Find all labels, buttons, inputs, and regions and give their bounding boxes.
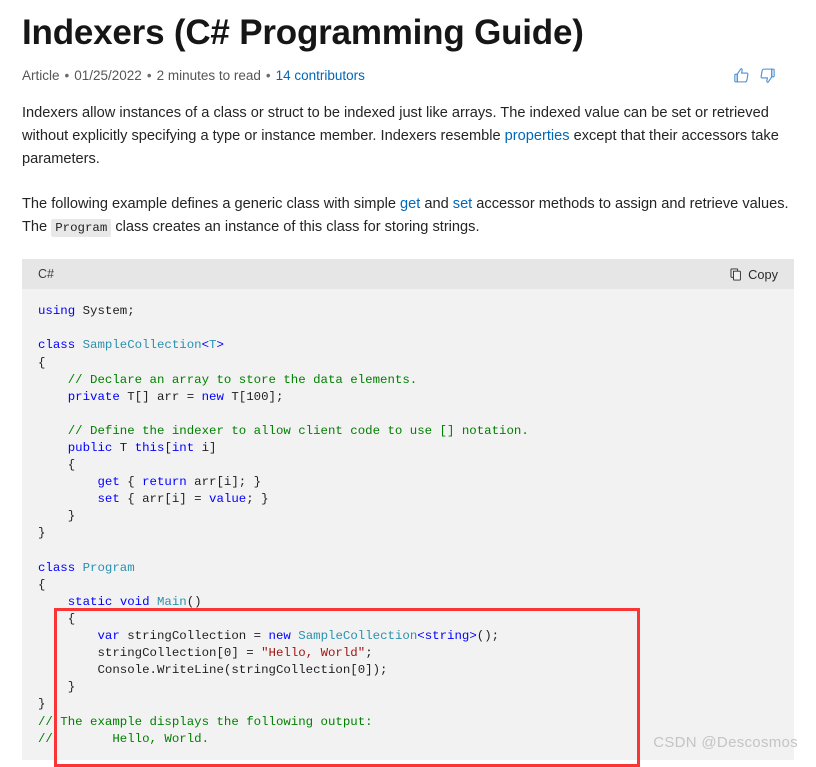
meta-separator-1: • [64, 67, 70, 83]
meta-separator-2: • [146, 67, 152, 83]
program-inline-code: Program [51, 219, 112, 238]
article-meta-row: Article • 01/25/2022 • 2 minutes to read… [22, 65, 794, 85]
page-title: Indexers (C# Programming Guide) [22, 13, 584, 52]
meta-separator-3: • [265, 67, 271, 83]
thumbs-down-icon[interactable] [759, 67, 776, 84]
code-block-header: C# Copy [22, 259, 794, 290]
meta-type: Article [22, 67, 60, 83]
watermark: CSDN @Descosmos [653, 734, 798, 751]
example-text-part-2: and [420, 196, 453, 213]
contributors-link[interactable]: 14 contributors [276, 68, 365, 83]
properties-link[interactable]: properties [505, 128, 570, 144]
example-paragraph: The following example defines a generic … [22, 193, 794, 240]
intro-paragraph: Indexers allow instances of a class or s… [22, 102, 794, 171]
code-block: C# Copy using System; class SampleCollec… [22, 259, 794, 767]
meta-date: 01/25/2022 [74, 67, 142, 83]
copy-button[interactable]: Copy [728, 265, 780, 284]
rating-controls [733, 67, 794, 84]
meta-read-time: 2 minutes to read [156, 67, 261, 83]
set-link[interactable]: set [453, 196, 472, 212]
article-page: Indexers (C# Programming Guide) Article … [0, 13, 816, 767]
article-meta-left: Article • 01/25/2022 • 2 minutes to read… [22, 68, 365, 83]
copy-pages-icon [730, 268, 743, 281]
code-block-body: using System; class SampleCollection<T> … [22, 289, 794, 759]
get-link[interactable]: get [400, 196, 420, 212]
thumbs-up-icon[interactable] [733, 67, 750, 84]
copy-button-label: Copy [748, 266, 778, 282]
example-text-part-1: The following example defines a generic … [22, 196, 400, 213]
example-text-part-4: class creates an instance of this class … [111, 219, 480, 236]
code-language-label: C# [38, 267, 54, 282]
code-content[interactable]: using System; class SampleCollection<T> … [22, 303, 794, 747]
